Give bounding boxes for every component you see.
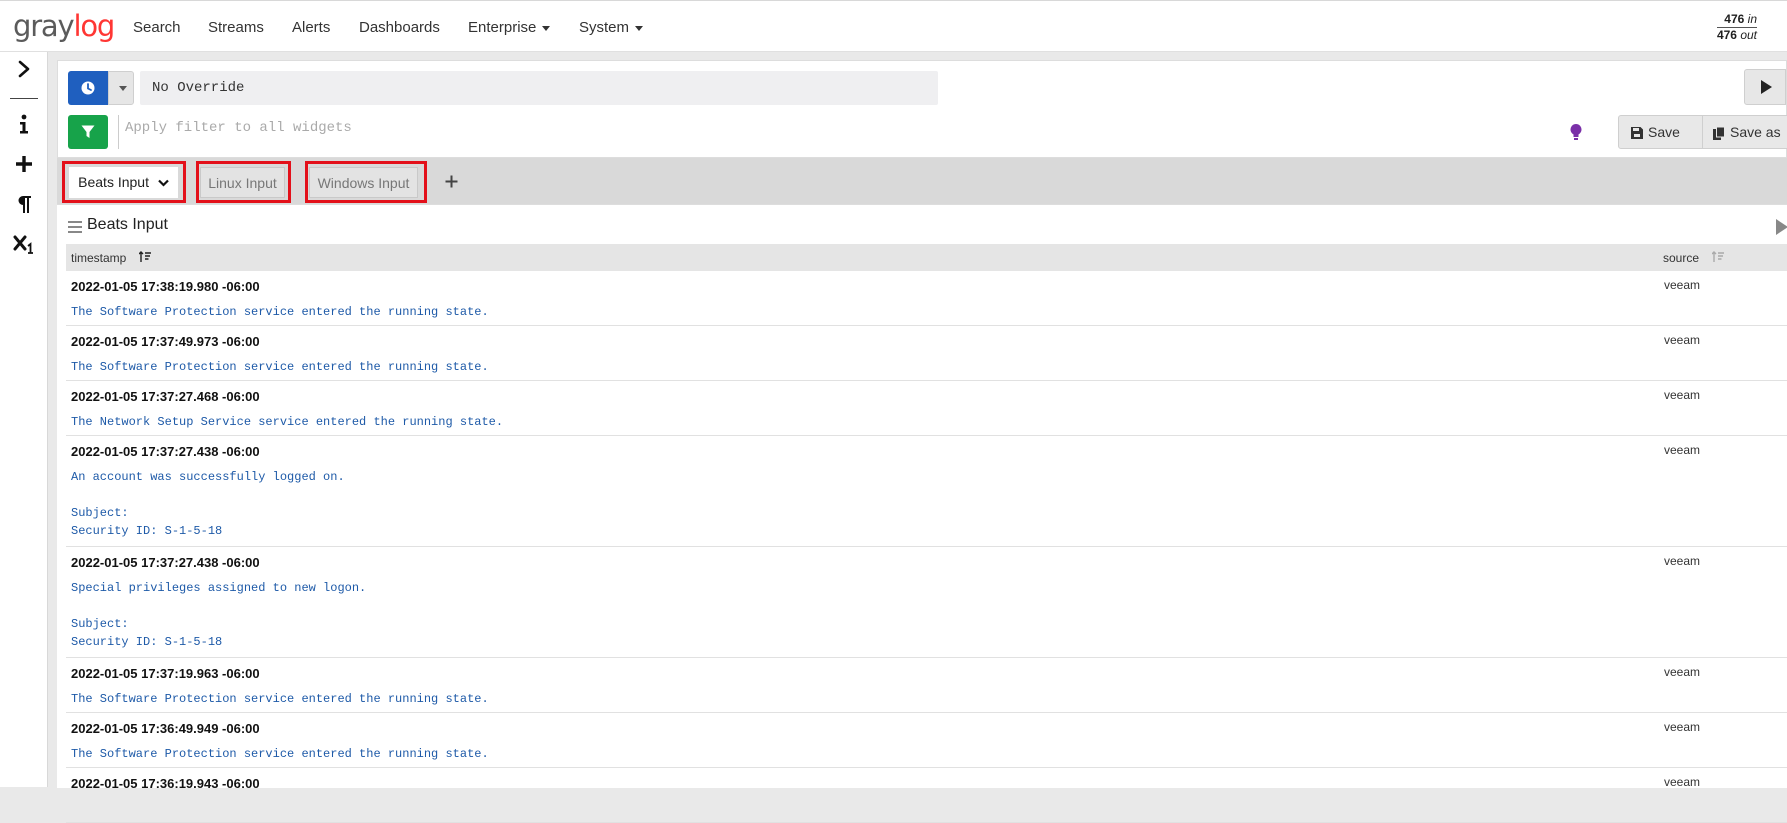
message-table-widget: Beats Input timestamp source 2022-01-05 … <box>57 204 1787 823</box>
row-message: The Software Protection service entered … <box>71 747 489 761</box>
highlight-box <box>62 161 186 203</box>
row-timestamp: 2022-01-05 17:36:19.943 -06:00 <box>71 776 260 791</box>
save-label: Save <box>1648 124 1680 140</box>
row-message: The Network Setup Service service entere… <box>71 415 504 429</box>
row-source: veeam <box>1664 720 1701 734</box>
table-row[interactable]: 2022-01-05 17:37:19.963 -06:00 veeam The… <box>66 658 1787 713</box>
top-navbar: graylog Search Streams Alerts Dashboards… <box>0 0 1787 52</box>
subscript-icon[interactable] <box>0 234 47 259</box>
row-timestamp: 2022-01-05 17:38:19.980 -06:00 <box>71 279 260 294</box>
plus-icon <box>445 175 458 188</box>
add-tab-button[interactable] <box>445 171 458 194</box>
save-as-label: Save as <box>1730 124 1781 140</box>
time-override-field[interactable]: No Override <box>140 71 938 105</box>
row-source: veeam <box>1664 333 1701 347</box>
query-bar: No Override Apply filter to all widgets … <box>57 60 1787 158</box>
row-source: veeam <box>1664 443 1701 457</box>
highlight-box <box>196 161 291 203</box>
save-as-button[interactable]: Save as <box>1702 115 1787 149</box>
table-row[interactable]: 2022-01-05 17:36:49.949 -06:00 veeam The… <box>66 713 1787 768</box>
row-timestamp: 2022-01-05 17:37:27.438 -06:00 <box>71 555 260 570</box>
clock-icon <box>81 81 95 95</box>
caret-down-icon <box>119 86 127 91</box>
filter-button[interactable] <box>68 115 108 149</box>
row-timestamp: 2022-01-05 17:37:49.973 -06:00 <box>71 334 260 349</box>
row-message: An account was successfully logged on. S… <box>71 470 345 538</box>
row-timestamp: 2022-01-05 17:37:27.438 -06:00 <box>71 444 260 459</box>
highlight-box <box>305 161 427 203</box>
row-source: veeam <box>1664 554 1701 568</box>
table-row[interactable]: 2022-01-05 17:36:19.943 -06:00 veeam <box>66 768 1787 823</box>
row-message: Special privileges assigned to new logon… <box>71 581 367 649</box>
paragraph-icon[interactable] <box>0 194 47 219</box>
row-timestamp: 2022-01-05 17:36:49.949 -06:00 <box>71 721 260 736</box>
row-message: The Software Protection service entered … <box>71 305 489 319</box>
row-source: veeam <box>1664 665 1701 679</box>
filter-icon <box>81 125 95 138</box>
nav-enterprise-label: Enterprise <box>468 19 537 36</box>
throughput-out-value: 476 <box>1716 28 1737 42</box>
row-message: The Software Protection service entered … <box>71 692 489 706</box>
nav-dashboards[interactable]: Dashboards <box>359 19 440 36</box>
graylog-logo[interactable]: graylog <box>13 9 115 43</box>
run-search-button[interactable] <box>1744 69 1786 105</box>
nav-system[interactable]: System <box>579 19 644 36</box>
column-timestamp[interactable]: timestamp <box>71 251 126 265</box>
table-row[interactable]: 2022-01-05 17:37:27.468 -06:00 veeam The… <box>66 381 1787 436</box>
table-row[interactable]: 2022-01-05 17:38:19.980 -06:00 veeam The… <box>66 271 1787 326</box>
play-icon <box>1761 80 1772 94</box>
caret-down-icon <box>635 25 644 31</box>
widget-filter-input[interactable]: Apply filter to all widgets <box>118 115 718 149</box>
table-row[interactable]: 2022-01-05 17:37:27.438 -06:00 veeam Spe… <box>66 547 1787 658</box>
save-button[interactable]: Save <box>1618 115 1703 149</box>
nav-search[interactable]: Search <box>133 19 181 36</box>
nav-system-label: System <box>579 19 630 36</box>
column-source[interactable]: source <box>1663 251 1699 265</box>
time-range-button[interactable] <box>68 71 108 105</box>
row-source: veeam <box>1664 278 1701 292</box>
caret-down-icon <box>542 25 551 31</box>
table-row[interactable]: 2022-01-05 17:37:49.973 -06:00 veeam The… <box>66 326 1787 381</box>
chevron-right-icon[interactable] <box>0 60 47 83</box>
time-range-dropdown[interactable] <box>108 71 134 105</box>
sort-icon[interactable] <box>139 251 151 263</box>
plus-icon[interactable] <box>0 155 47 178</box>
nav-streams[interactable]: Streams <box>208 19 264 36</box>
row-source: veeam <box>1664 388 1701 402</box>
copy-icon <box>1713 126 1725 140</box>
row-timestamp: 2022-01-05 17:37:27.468 -06:00 <box>71 389 260 404</box>
throughput-out: 476 out <box>1717 28 1757 42</box>
row-message: The Software Protection service entered … <box>71 360 489 374</box>
dashboard-tabs: Beats Input Linux Input Windows Input <box>57 158 1787 204</box>
logo-accent: log <box>73 9 115 43</box>
throughput-in-value: 476 <box>1724 12 1745 26</box>
sidebar-divider <box>10 98 38 99</box>
widget-title: Beats Input <box>87 216 168 233</box>
throughput-in-label: in <box>1747 12 1757 26</box>
nav-enterprise[interactable]: Enterprise <box>468 19 551 36</box>
lightbulb-icon[interactable] <box>1568 123 1584 141</box>
left-sidebar <box>0 52 48 787</box>
message-list: 2022-01-05 17:38:19.980 -06:00 veeam The… <box>66 271 1787 823</box>
info-icon[interactable] <box>0 114 47 139</box>
table-header: timestamp source <box>66 244 1787 271</box>
drag-handle-icon[interactable] <box>68 221 82 236</box>
throughput-indicator[interactable]: 476 in 476 out <box>1716 12 1757 42</box>
table-row[interactable]: 2022-01-05 17:37:27.438 -06:00 veeam An … <box>66 436 1787 547</box>
throughput-in: 476 in <box>1716 12 1757 28</box>
floppy-disk-icon <box>1631 127 1643 140</box>
row-timestamp: 2022-01-05 17:37:19.963 -06:00 <box>71 666 260 681</box>
throughput-out-label: out <box>1740 28 1757 42</box>
nav-alerts[interactable]: Alerts <box>292 19 330 36</box>
sort-icon[interactable] <box>1712 251 1724 263</box>
widget-actions-icon[interactable] <box>1775 218 1787 236</box>
logo-main: gray <box>13 9 75 43</box>
